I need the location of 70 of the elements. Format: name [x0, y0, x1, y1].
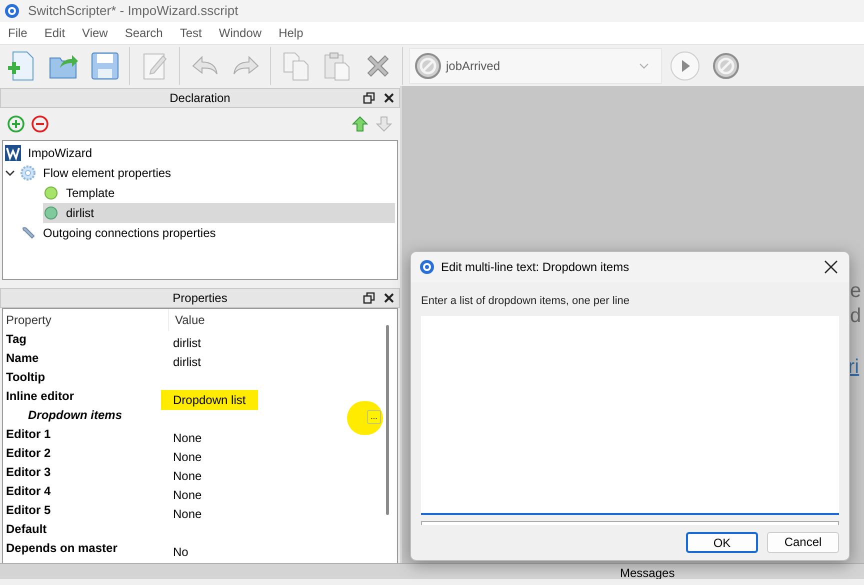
save-icon[interactable] [88, 50, 120, 82]
chevron-down-icon[interactable] [5, 169, 15, 177]
more-button[interactable]: ... [367, 410, 381, 424]
property-value: None [172, 486, 203, 504]
property-name: Depends on master [5, 540, 118, 556]
menu-item[interactable]: Test [180, 24, 202, 42]
background-text: e [850, 279, 862, 304]
tree-item[interactable]: ImpoWizard [5, 143, 395, 163]
add-icon[interactable] [7, 115, 25, 133]
property-value: None [172, 506, 203, 522]
property-name: Editor 2 [5, 444, 52, 462]
property-name: Tooltip [5, 368, 46, 386]
panel-title: Properties [172, 290, 228, 307]
multi-line-input-field[interactable] [421, 316, 839, 514]
property-value: dirlist [172, 354, 202, 370]
tree-item[interactable]: Template [43, 183, 395, 203]
wrench-icon [20, 225, 36, 241]
property-name: Tag [5, 330, 28, 348]
window-title: SwitchScripter* - ImpoWizard.sscript [28, 2, 238, 20]
tree-item[interactable]: dirlist [43, 203, 395, 223]
dialog-prompt: Enter a list of dropdown items, one per line [421, 294, 631, 309]
remove-icon[interactable] [31, 115, 49, 133]
menu-item[interactable]: View [82, 24, 108, 42]
arrow-up-icon[interactable] [351, 115, 369, 133]
blocked-icon [414, 52, 442, 80]
menu-item[interactable]: Window [218, 24, 262, 42]
menu-item[interactable]: Help [278, 24, 304, 42]
property-name: Name [5, 350, 40, 366]
play-icon[interactable] [668, 50, 700, 82]
horizontal-scrollbar[interactable] [421, 520, 839, 524]
entry-point-dropdown[interactable]: jobArrived [409, 48, 662, 84]
property-value: Dropdown list [161, 390, 258, 410]
gear-icon [20, 165, 36, 181]
property-name: Editor 1 [5, 426, 52, 442]
tree-item[interactable]: Flow element properties [5, 163, 395, 183]
panel-title: Declaration [170, 90, 230, 107]
dialog-button[interactable]: OK [686, 532, 758, 552]
dialog-title: Edit multi-line text: Dropdown items [441, 259, 630, 276]
property-name: Default [5, 520, 48, 538]
property-name: Editor 5 [5, 502, 52, 518]
float-window-icon[interactable] [363, 292, 375, 304]
scrollbar-thumb[interactable] [386, 325, 389, 515]
float-window-icon[interactable] [363, 92, 375, 104]
property-name: Editor 3 [5, 464, 52, 480]
property-name: Dropdown items [27, 406, 124, 424]
property-value: No [172, 544, 190, 560]
app-logo-icon [4, 3, 20, 19]
arrow-down-icon[interactable] [375, 115, 393, 133]
property-value: None [172, 468, 203, 484]
close-icon[interactable] [824, 260, 838, 274]
background-text: d [850, 304, 862, 329]
close-icon[interactable] [383, 92, 395, 104]
status-dot-icon [43, 205, 59, 221]
chevron-down-icon [639, 62, 649, 68]
column-header: Property [3, 309, 169, 331]
logo-w-icon [5, 145, 21, 161]
menu-item[interactable]: File [8, 24, 28, 42]
status-dot-icon [43, 185, 59, 201]
tree-item[interactable]: Outgoing connections properties [5, 223, 395, 243]
menu-item[interactable]: Edit [44, 24, 66, 42]
property-name: Inline editor [5, 388, 76, 404]
app-logo-icon [419, 259, 435, 275]
property-name: Editor 4 [5, 482, 52, 500]
property-value: None [172, 448, 203, 466]
column-header: Value [174, 312, 205, 329]
property-value: dirlist [172, 334, 202, 352]
property-value: None [172, 430, 203, 446]
dialog-button[interactable]: Cancel [767, 532, 839, 552]
menu-item[interactable]: Search [124, 24, 163, 42]
close-icon[interactable] [383, 292, 395, 304]
